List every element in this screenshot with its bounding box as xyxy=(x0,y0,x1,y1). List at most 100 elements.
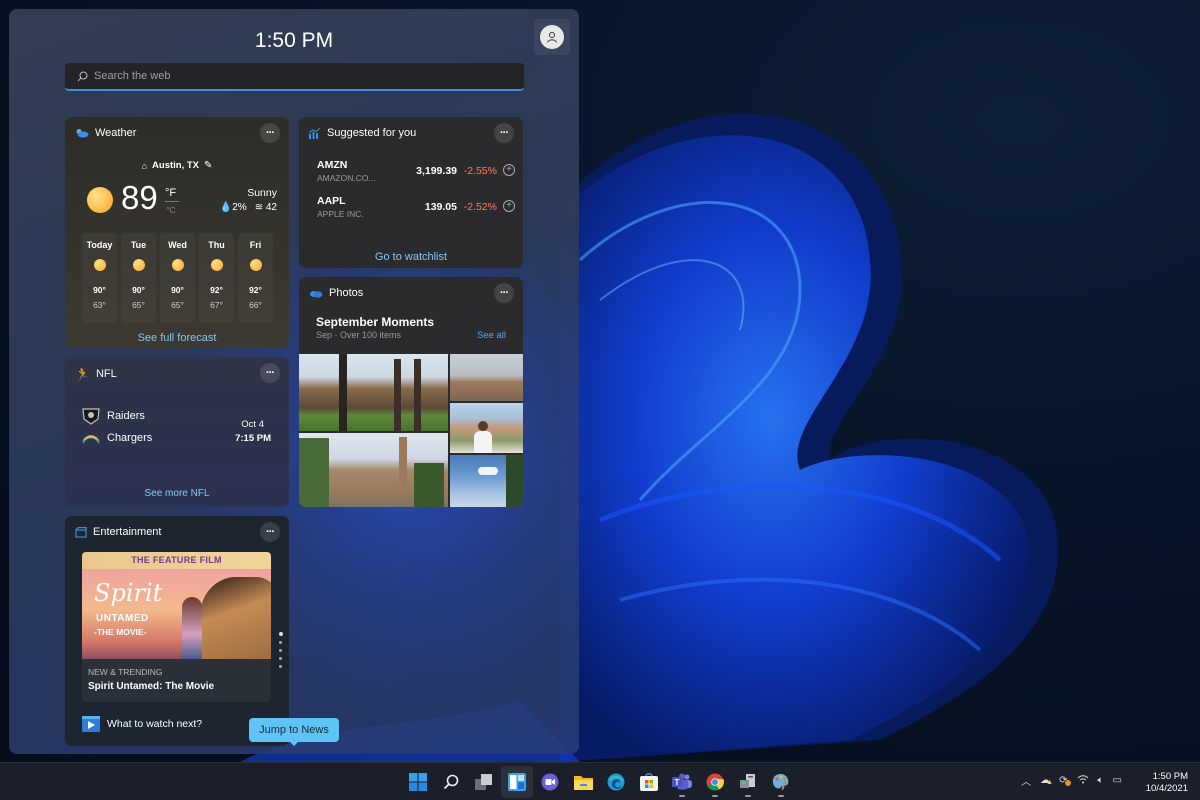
current-temperature: 89 xyxy=(121,179,158,216)
game-date: Oct 4 xyxy=(241,419,264,430)
add-to-watchlist-icon[interactable]: + xyxy=(503,164,515,176)
day-name: Tue xyxy=(130,240,147,250)
sun-icon xyxy=(93,259,106,271)
weather-widget[interactable]: Weather ··· ⌂ Austin, TX ✎ 89 °F °C Sunn… xyxy=(65,117,289,348)
weather-warning-tray-icon[interactable]: ☁ ▲ xyxy=(1040,775,1053,786)
start-button[interactable] xyxy=(402,766,434,798)
paint-button[interactable] xyxy=(765,766,797,798)
chat-button[interactable] xyxy=(534,766,566,798)
weather-more-button[interactable]: ··· xyxy=(260,123,280,143)
poster-tagline: -THE MOVIE- xyxy=(94,627,147,637)
pager-dot[interactable] xyxy=(279,649,282,652)
team-row[interactable]: Chargers xyxy=(81,432,152,444)
stocks-widget[interactable]: Suggested for you ··· AMZN AMAZON.CO... … xyxy=(299,117,523,268)
file-explorer-button[interactable] xyxy=(567,766,599,798)
forecast-day[interactable]: Tue 90° 65° xyxy=(121,233,156,323)
sun-icon xyxy=(249,259,262,271)
jump-to-news-button[interactable]: Jump to News xyxy=(249,718,339,746)
day-name: Fri xyxy=(249,240,262,250)
see-all-link[interactable]: See all xyxy=(477,330,506,341)
pager-dot[interactable] xyxy=(279,632,283,636)
system-tray: ︿ ☁ ▲ ⟳ 🔈︎ ▭ xyxy=(1021,773,1122,788)
game-time: 7:15 PM xyxy=(235,433,271,444)
forecast-day[interactable]: Wed 90° 65° xyxy=(160,233,195,323)
search-button[interactable] xyxy=(435,766,467,798)
entertainment-more-button[interactable]: ··· xyxy=(260,522,280,542)
add-to-watchlist-icon[interactable]: + xyxy=(503,200,515,212)
location-label: Austin, TX xyxy=(152,160,200,171)
what-to-watch-link[interactable]: What to watch next? xyxy=(82,716,202,732)
forecast-day[interactable]: Fri 92° 66° xyxy=(238,233,273,323)
stock-change: -2.52% xyxy=(463,201,497,213)
stock-name: APPLE INC. xyxy=(317,209,364,219)
entertainment-header: Entertainment xyxy=(75,526,161,538)
see-more-nfl-link[interactable]: See more NFL xyxy=(65,488,289,499)
nfl-more-button[interactable]: ··· xyxy=(260,363,280,383)
power-plug-icon[interactable]: ▭ xyxy=(1113,775,1122,786)
photo-sky[interactable] xyxy=(450,455,523,507)
photo-church-small[interactable] xyxy=(450,354,523,401)
go-to-watchlist-link[interactable]: Go to watchlist xyxy=(299,251,523,263)
chat-icon xyxy=(541,773,559,791)
running-person-icon: 🏃 xyxy=(75,367,90,381)
stocks-more-button[interactable]: ··· xyxy=(494,123,514,143)
photo-cloister[interactable] xyxy=(299,354,448,431)
widgets-button[interactable] xyxy=(501,766,533,798)
teams-button[interactable]: T xyxy=(666,766,698,798)
photos-title: Photos xyxy=(329,287,364,299)
movie-poster: Spirit UNTAMED -THE MOVIE- xyxy=(82,569,271,659)
sun-icon xyxy=(132,259,145,271)
stock-row[interactable]: AMZN AMAZON.CO... 3,199.39 -2.55% + xyxy=(317,159,517,189)
photo-portrait[interactable] xyxy=(450,403,523,453)
feature-film-banner: THE FEATURE FILM xyxy=(82,552,271,569)
sync-status-tray-icon[interactable]: ⟳ xyxy=(1059,775,1072,786)
entertainment-widget[interactable]: Entertainment ··· THE FEATURE FILM Spiri… xyxy=(65,516,289,746)
account-button[interactable] xyxy=(534,19,570,55)
high-temp: 90° xyxy=(93,285,106,295)
entertainment-title: Entertainment xyxy=(93,526,162,538)
taskbar-clock[interactable]: 1:50 PM 10/4/2021 xyxy=(1146,771,1188,795)
photo-basilica[interactable] xyxy=(299,433,448,507)
wifi-icon[interactable] xyxy=(1077,774,1089,787)
show-hidden-icons-chevron-icon[interactable]: ︿ xyxy=(1021,773,1031,788)
forecast-day[interactable]: Thu 92° 67° xyxy=(199,233,234,323)
team-row[interactable]: Raiders xyxy=(81,406,145,426)
unit-celsius-toggle[interactable]: °C xyxy=(166,205,176,215)
photos-widget[interactable]: Photos ··· September Moments Sep · Over … xyxy=(299,277,523,507)
carousel-pager[interactable] xyxy=(279,632,283,668)
weather-location[interactable]: ⌂ Austin, TX ✎ xyxy=(65,160,289,171)
weather-meta: 💧2% ≋ 42 xyxy=(220,202,277,213)
pager-dot[interactable] xyxy=(279,657,282,660)
precipitation-value: 2% xyxy=(232,202,247,213)
day-name: Thu xyxy=(208,240,225,250)
web-search-box[interactable] xyxy=(65,63,524,91)
microsoft-store-button[interactable] xyxy=(633,766,665,798)
team-name: Chargers xyxy=(107,432,153,444)
see-full-forecast-link[interactable]: See full forecast xyxy=(65,332,289,344)
chrome-button[interactable] xyxy=(699,766,731,798)
pager-dot[interactable] xyxy=(279,665,282,668)
photos-more-button[interactable]: ··· xyxy=(494,283,514,303)
taskbar-date: 10/4/2021 xyxy=(1145,783,1188,794)
volume-icon[interactable]: 🔈︎ xyxy=(1098,775,1104,786)
featured-movie-card[interactable]: THE FEATURE FILM Spirit UNTAMED -THE MOV… xyxy=(82,552,271,702)
edit-pencil-icon[interactable]: ✎ xyxy=(204,160,212,171)
aqi-value: 42 xyxy=(265,202,277,213)
taskbar: T ︿ ☁ ▲ ⟳ 🔈︎ ▭ 1:50 PM 10/4/2021 xyxy=(0,762,1200,800)
device-manager-button[interactable] xyxy=(732,766,764,798)
task-view-button[interactable] xyxy=(468,766,500,798)
weather-title: Weather xyxy=(95,127,137,139)
low-temp: 63° xyxy=(93,300,106,310)
nfl-widget[interactable]: 🏃 NFL ··· Raiders Chargers Oct 4 7:15 PM… xyxy=(65,357,289,507)
stock-row[interactable]: AAPL APPLE INC. 139.05 -2.52% + xyxy=(317,195,517,225)
pager-dot[interactable] xyxy=(279,641,282,644)
forecast-day[interactable]: Today 90° 63° xyxy=(82,233,117,323)
home-icon: ⌂ xyxy=(141,160,148,171)
unit-fahrenheit-toggle[interactable]: °F xyxy=(165,187,176,199)
high-temp: 90° xyxy=(171,285,184,295)
user-avatar-icon xyxy=(540,25,564,49)
cloud-sun-icon xyxy=(76,129,89,138)
edge-button[interactable] xyxy=(600,766,632,798)
search-input[interactable] xyxy=(94,70,494,82)
poster-subtitle: UNTAMED xyxy=(96,613,149,624)
